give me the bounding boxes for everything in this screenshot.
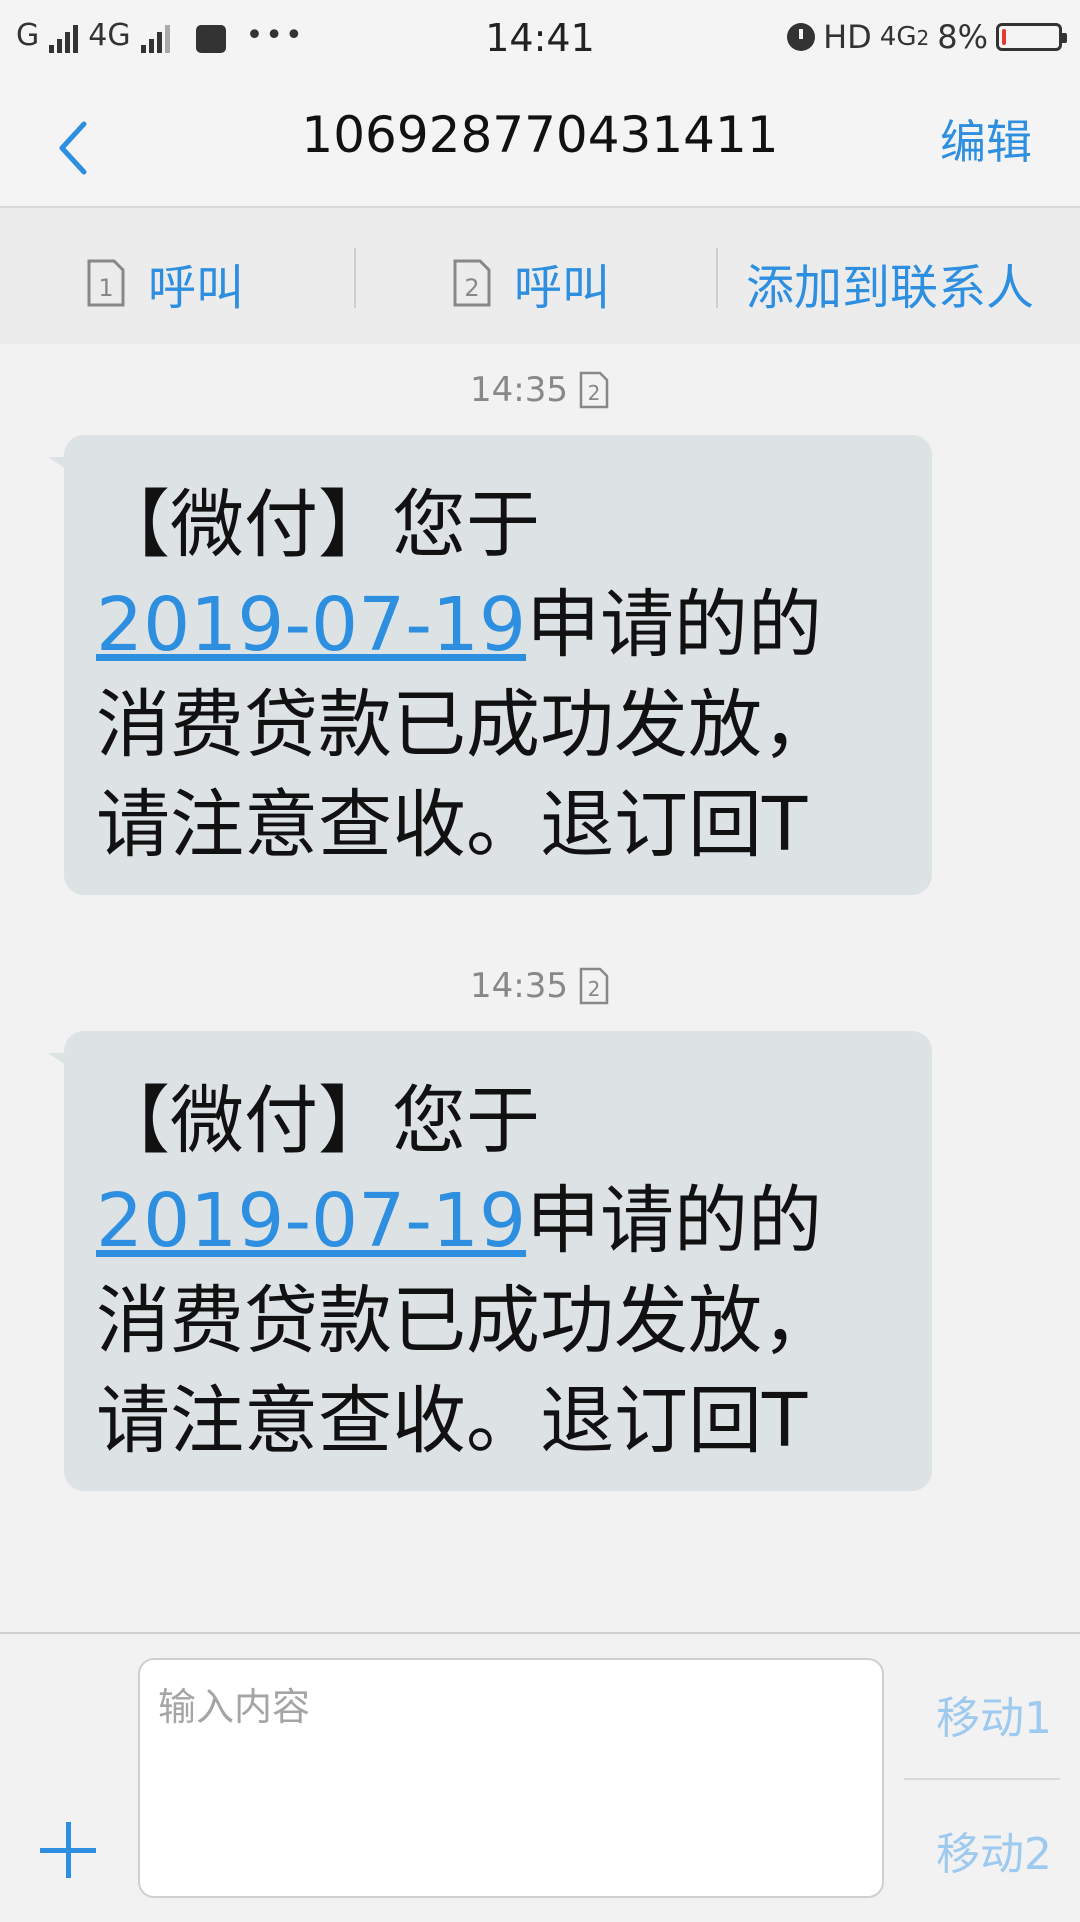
add-to-contacts-label: 添加到联系人 xyxy=(746,260,1035,316)
message-text: 【微付】您于 2019-07-19申请的的消费贷款已成功发放，请注意查收。退订回T xyxy=(96,482,836,868)
battery-fill xyxy=(1002,29,1006,45)
battery-percent: 8% xyxy=(937,18,988,56)
date-link[interactable]: 2019-07-19 xyxy=(96,1178,526,1264)
status-right: HD 4G2 8% xyxy=(787,18,1067,56)
attach-plus-icon[interactable] xyxy=(40,1822,96,1878)
svg-text:2: 2 xyxy=(588,977,601,1001)
conversation-title: 106928770431411 xyxy=(301,106,779,164)
sim2-icon: 2 xyxy=(579,371,609,409)
message-input[interactable]: 输入内容 xyxy=(138,1658,884,1898)
add-to-contacts-button[interactable]: 添加到联系人 xyxy=(746,248,1034,318)
message-bubble[interactable]: 【微付】您于 2019-07-19申请的的消费贷款已成功发放，请注意查收。退订回T xyxy=(48,1031,932,1491)
call-sim2-button[interactable]: 2 呼叫 xyxy=(452,248,610,318)
timestamp-text: 14:35 xyxy=(470,370,568,410)
divider xyxy=(354,248,356,308)
date-link[interactable]: 2019-07-19 xyxy=(96,582,526,668)
svg-text:2: 2 xyxy=(464,274,479,302)
edit-button[interactable]: 编辑 xyxy=(940,106,1032,172)
network-label: 4G2 xyxy=(879,21,930,52)
composer: 输入内容 移动1 移动2 xyxy=(0,1632,1080,1922)
divider xyxy=(904,1778,1060,1780)
status-bar: G 4G ••• 14:41 HD 4G2 8% xyxy=(0,0,1080,76)
conversation-header: 106928770431411 编辑 xyxy=(0,76,1080,208)
timestamp-text: 14:35 xyxy=(470,966,568,1006)
message-text: 【微付】您于 2019-07-19申请的的消费贷款已成功发放，请注意查收。退订回T xyxy=(96,1078,836,1464)
hd-label: HD xyxy=(823,18,872,56)
message-bubble[interactable]: 【微付】您于 2019-07-19申请的的消费贷款已成功发放，请注意查收。退订回T xyxy=(48,435,932,895)
call-sim2-label: 呼叫 xyxy=(514,260,611,316)
contact-actions: 1 呼叫 2 呼叫 添加到联系人 xyxy=(0,208,1080,344)
send-sim2-button[interactable]: 移动2 xyxy=(936,1818,1052,1882)
call-sim1-label: 呼叫 xyxy=(148,260,245,316)
call-sim1-button[interactable]: 1 呼叫 xyxy=(86,248,244,318)
divider xyxy=(716,248,718,308)
send-sim1-button[interactable]: 移动1 xyxy=(936,1682,1052,1746)
sim1-icon: 1 xyxy=(87,259,125,307)
alarm-icon xyxy=(787,23,816,51)
message-timestamp: 14:35 2 xyxy=(0,370,1080,410)
sim2-icon: 2 xyxy=(579,967,609,1005)
svg-text:2: 2 xyxy=(588,381,601,405)
battery-icon xyxy=(996,23,1067,51)
sim2-icon: 2 xyxy=(453,259,491,307)
svg-text:1: 1 xyxy=(98,274,113,302)
input-placeholder: 输入内容 xyxy=(158,1685,311,1729)
message-timestamp: 14:35 2 xyxy=(0,966,1080,1006)
